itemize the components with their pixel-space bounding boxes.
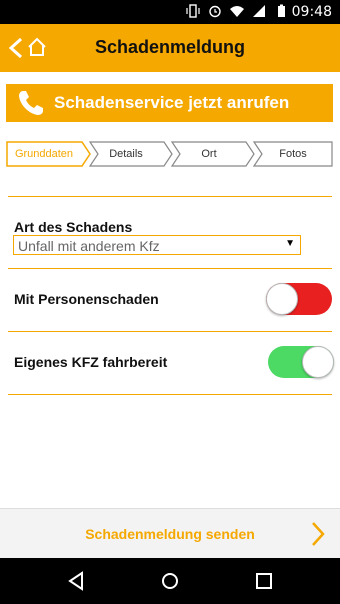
divider — [8, 268, 332, 269]
call-service-button[interactable]: Schadenservice jetzt anrufen — [6, 84, 333, 122]
wifi-icon — [230, 6, 244, 17]
phone-icon — [19, 91, 43, 115]
status-icons — [186, 4, 288, 18]
vibrate-icon — [186, 4, 200, 18]
damage-type-label: Art des Schadens — [14, 219, 133, 235]
step-fotos[interactable]: Fotos — [258, 148, 328, 160]
status-time: 09:48 — [291, 4, 332, 20]
toggle-knob — [302, 346, 334, 378]
nav-home-icon[interactable] — [160, 571, 180, 591]
personal-injury-toggle[interactable] — [266, 283, 332, 315]
submit-bar[interactable]: Schadenmeldung senden — [0, 508, 340, 558]
step-details[interactable]: Details — [91, 148, 161, 160]
battery-icon — [278, 4, 285, 17]
status-bar: 09:48 — [0, 0, 340, 24]
call-service-label: Schadenservice jetzt anrufen — [54, 93, 290, 112]
toggle-knob — [266, 283, 298, 315]
page-title: Schadenmeldung — [94, 37, 246, 57]
personal-injury-label: Mit Personenschaden — [14, 291, 159, 307]
submit-button[interactable]: Schadenmeldung senden — [0, 526, 340, 542]
alarm-icon — [209, 5, 221, 18]
step-indicator: Grunddaten Details Ort Fotos — [6, 141, 333, 167]
drivable-label: Eigenes KFZ fahrbereit — [14, 354, 168, 370]
divider — [8, 196, 332, 197]
dropdown-arrow-icon: ▼ — [285, 238, 295, 249]
damage-type-value: Unfall mit anderem Kfz — [18, 238, 160, 254]
drivable-toggle[interactable] — [268, 346, 334, 378]
step-grunddaten[interactable]: Grunddaten — [9, 148, 79, 160]
nav-back-icon[interactable] — [66, 571, 86, 591]
chevron-right-icon[interactable] — [310, 521, 326, 547]
signal-icon — [253, 5, 265, 17]
app-bar: Schadenmeldung — [0, 24, 340, 72]
step-ort[interactable]: Ort — [174, 148, 244, 160]
damage-type-select[interactable]: Unfall mit anderem Kfz ▼ — [13, 235, 301, 255]
system-nav-bar — [0, 558, 340, 604]
divider — [8, 331, 332, 332]
nav-recents-icon[interactable] — [254, 571, 274, 591]
divider — [8, 394, 332, 395]
